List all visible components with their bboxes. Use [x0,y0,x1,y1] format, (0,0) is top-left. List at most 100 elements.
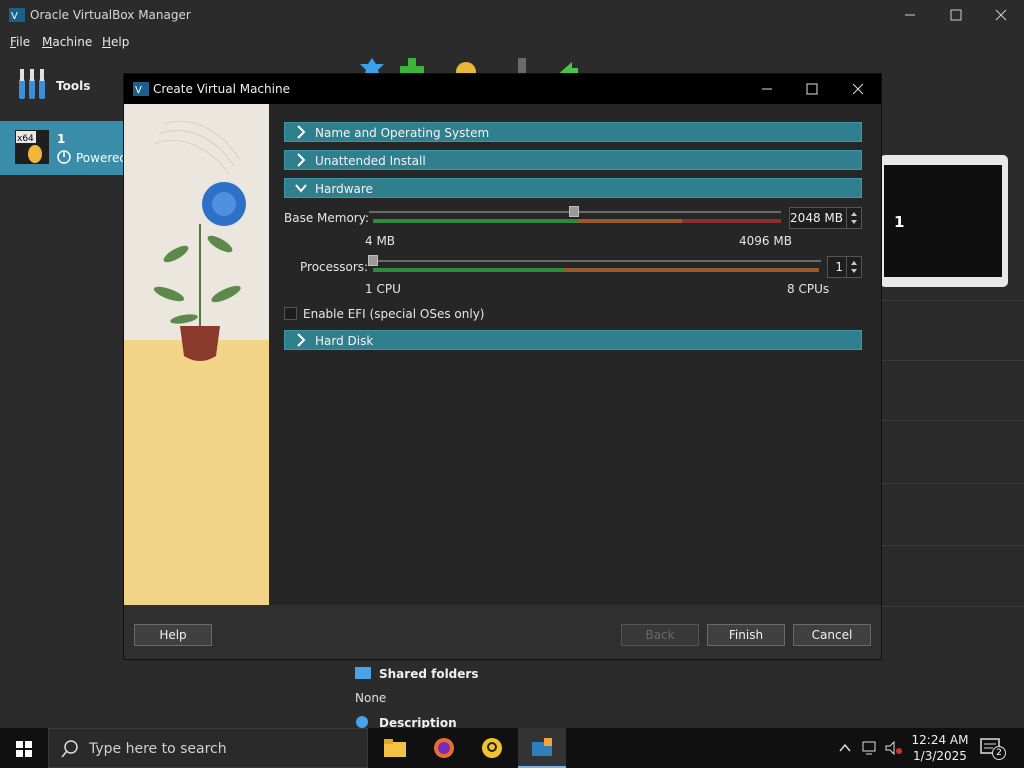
tools-item[interactable]: Tools [0,60,124,112]
main-title-bar: V Oracle VirtualBox Manager [0,0,1024,30]
processors-slider-track[interactable] [369,260,821,262]
processors-range-orange [563,268,819,272]
back-button[interactable]: Back [621,624,699,646]
shared-folders-value: None [355,691,387,705]
memory-max-label: 4096 MB [739,234,792,248]
notifications-count: 2 [992,746,1006,760]
menu-file[interactable]: File [10,35,30,49]
processors-value: 1 [835,260,843,274]
memory-min-label: 4 MB [365,234,396,248]
section-unattended[interactable]: Unattended Install [284,150,862,170]
shared-folders-title[interactable]: Shared folders [379,667,478,681]
minimize-icon [905,14,915,16]
network-icon[interactable] [862,741,880,755]
processors-min-label: 1 CPU [365,282,401,296]
search-placeholder: Type here to search [89,741,227,757]
dialog-title: Create Virtual Machine [153,82,290,96]
shared-folders-icon [355,667,371,679]
create-vm-dialog: V Create Virtual Machine Name and Operat… [124,74,881,659]
vm-preview: 1 [880,155,1008,287]
section-hardware-label: Hardware [315,182,373,196]
processors-spinbox[interactable]: 1 [827,256,862,278]
processors-range-green [373,268,563,272]
wizard-illustration [124,104,269,605]
taskbar-clock[interactable]: 12:24 AM 1/3/2025 [904,732,976,764]
memory-range-green [373,219,578,223]
details-panel: Shared folders None Description [346,660,880,730]
memory-spinbox[interactable]: 2048 MB [789,207,862,229]
memory-value: 2048 MB [790,211,843,225]
memory-slider-handle[interactable] [569,206,579,217]
vm-state: Powered [76,151,128,165]
vm-list-item[interactable]: x64 1 Powered [0,121,128,175]
clock-date: 1/3/2025 [913,749,967,763]
close-button[interactable] [978,0,1024,30]
memory-spin-arrows[interactable] [846,208,861,228]
section-hardware[interactable]: Hardware [284,178,862,198]
menu-bar: File Machine Help [0,30,1024,54]
tools-label: Tools [56,79,91,93]
close-icon [995,9,1007,21]
tools-icon [19,69,45,99]
vm-os-badge: x64 [17,134,34,144]
preview-label: 1 [894,213,905,231]
virtualbox-icon [532,738,552,756]
processors-max-label: 8 CPUs [787,282,830,296]
processors-slider-handle[interactable] [368,255,378,266]
volume-muted-icon[interactable] [885,741,903,755]
section-hard-disk-label: Hard Disk [315,334,374,348]
description-icon [356,716,368,728]
main-toolbar [352,56,592,76]
finish-button[interactable]: Finish [707,624,785,646]
cancel-button[interactable]: Cancel [793,624,871,646]
base-memory-label: Base Memory: [284,211,370,225]
start-button[interactable] [0,728,48,768]
main-window-title: Oracle VirtualBox Manager [30,8,191,22]
memory-range-orange [578,219,682,223]
menu-machine[interactable]: Machine [42,35,92,49]
vm-name: 1 [57,132,66,146]
spin-arrows-icon [851,261,857,273]
chevron-down-icon [295,184,307,193]
minimize-button[interactable] [887,0,933,30]
folder-icon [384,739,406,757]
flower-plant-icon [153,120,246,361]
maximize-icon [950,9,962,21]
svg-text:V: V [11,11,18,22]
minimize-icon [762,88,772,90]
section-name-os[interactable]: Name and Operating System [284,122,862,142]
efi-checkbox[interactable] [284,307,297,320]
taskbar: Type here to search 12:24 AM 1/3/2025 2 [0,728,1024,768]
processors-spin-arrows[interactable] [846,257,861,277]
dialog-title-bar: V Create Virtual Machine [124,74,881,104]
virtualbox-logo-icon: V [133,82,149,96]
taskbar-search[interactable]: Type here to search [48,728,368,768]
taskbar-file-explorer[interactable] [371,728,419,768]
notifications-button[interactable]: 2 [980,738,1006,760]
vm-os-icon: x64 [15,130,49,164]
show-hidden-icons-icon[interactable] [838,742,852,754]
processors-label: Processors: [300,260,369,274]
app-icon [482,738,502,758]
search-icon [61,740,78,758]
help-button[interactable]: Help [134,624,212,646]
dialog-footer: Help Back Finish Cancel [124,605,881,659]
clock-time: 12:24 AM [911,733,969,747]
firefox-icon [434,738,454,758]
power-icon [57,150,71,164]
virtualbox-logo-icon: V [9,8,25,22]
taskbar-app-yellow[interactable] [468,728,516,768]
dialog-minimize-button[interactable] [744,74,790,104]
maximize-button[interactable] [933,0,979,30]
section-hard-disk[interactable]: Hard Disk [284,330,862,350]
dialog-maximize-button[interactable] [789,74,835,104]
menu-help[interactable]: Help [102,35,129,49]
efi-label[interactable]: Enable EFI (special OSes only) [303,307,484,321]
taskbar-virtualbox[interactable] [518,728,566,768]
windows-logo-icon [16,741,32,757]
dialog-close-button[interactable] [835,74,881,104]
chevron-right-icon [297,153,306,167]
svg-text:V: V [135,85,142,96]
taskbar-firefox[interactable] [420,728,468,768]
memory-range-red [682,219,781,223]
